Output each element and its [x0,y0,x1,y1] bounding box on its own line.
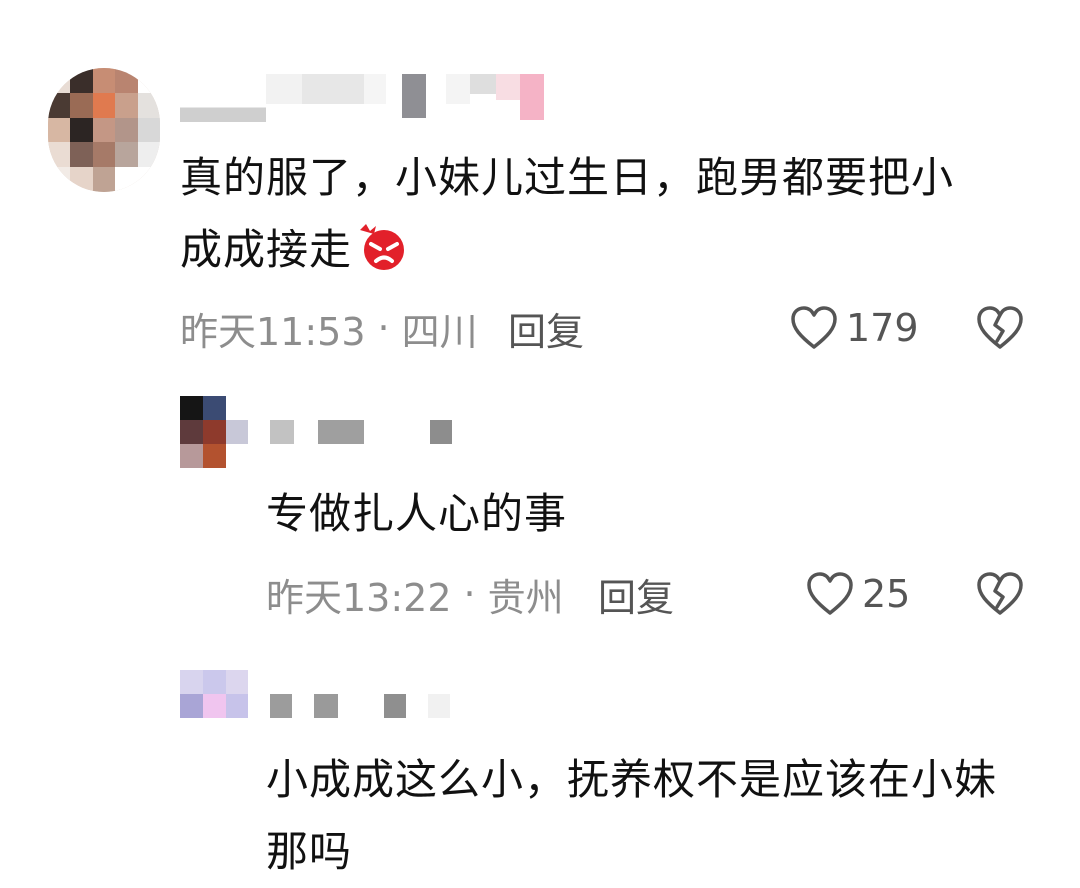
like-button[interactable]: 179 [790,298,919,358]
comment-text: 真的服了，小妹儿过生日，跑男都要把小 成成接走 [180,142,1040,286]
meta-separator: · [377,306,390,350]
avatar[interactable] [180,396,226,468]
like-count: 25 [862,572,911,616]
reply-button[interactable]: 回复 [598,564,674,624]
username-redacted[interactable] [180,70,544,122]
timestamp: 昨天13:22 [266,575,452,620]
broken-heart-icon[interactable] [976,304,1024,352]
comment-text-line: 那吗 [266,827,353,876]
location-label: 四川 [401,309,478,354]
reply-button[interactable]: 回复 [508,298,584,358]
username-redacted[interactable] [226,420,452,446]
comment-text-line: 真的服了，小妹儿过生日，跑男都要把小 [180,153,955,202]
comment-text-line: 专做扎人心的事 [266,489,568,538]
broken-heart-icon[interactable] [976,570,1024,618]
comment-text: 专做扎人心的事 [266,478,1046,550]
angry-face-emoji [360,224,405,270]
comment-text-line: 小成成这么小，抚养权不是应该在小妹 [266,755,998,804]
like-count: 179 [846,306,919,350]
timestamp: 昨天11:53 [180,309,366,354]
avatar[interactable] [180,670,248,718]
comment-text-line: 成成接走 [180,214,1040,286]
username-redacted[interactable] [248,694,450,720]
comment-meta: 昨天11:53 · 四川 [180,298,478,358]
comment-meta: 昨天13:22 · 贵州 [266,564,564,624]
avatar[interactable] [48,68,160,192]
comment-thread: 真的服了，小妹儿过生日，跑男都要把小 成成接走 昨天11:53 · 四川 回复 … [0,0,1080,888]
heart-outline-icon [791,306,837,349]
meta-separator: · [463,572,476,616]
comment-text: 小成成这么小，抚养权不是应该在小妹 那吗 [266,744,1056,888]
location-label: 贵州 [487,575,564,620]
heart-outline-icon [807,572,853,615]
like-button[interactable]: 25 [806,564,910,624]
